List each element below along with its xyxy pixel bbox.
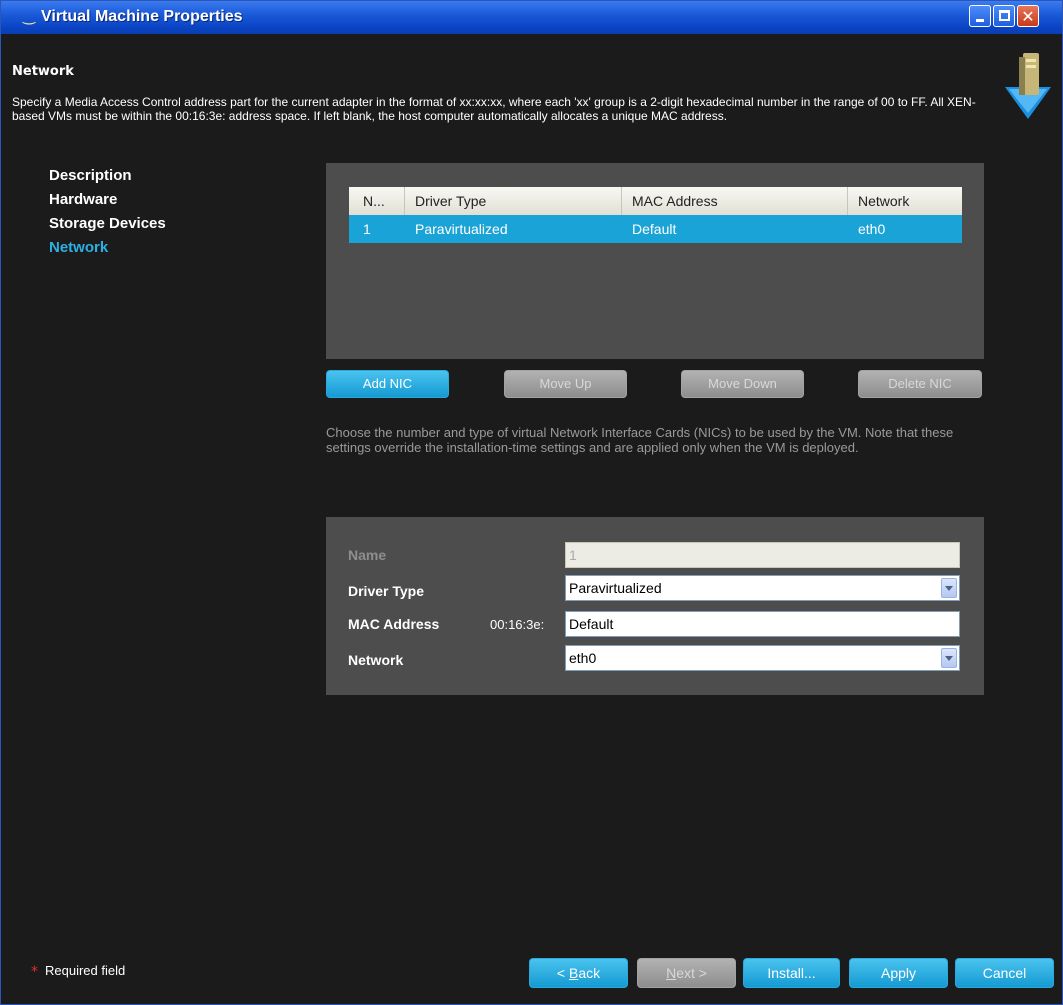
cell-number: 1 (363, 221, 371, 237)
column-header-network[interactable]: Network (848, 187, 962, 215)
minimize-button[interactable] (969, 5, 991, 27)
server-wizard-icon (1005, 53, 1051, 119)
nav-item-description[interactable]: Description (49, 167, 166, 191)
nav-item-storage-devices[interactable]: Storage Devices (49, 215, 166, 239)
next-button-rest: ext > (676, 965, 707, 981)
add-nic-button[interactable]: Add NIC (326, 370, 449, 398)
required-marker: * (31, 964, 38, 980)
nic-help-text: Choose the number and type of virtual Ne… (326, 425, 954, 455)
network-value: eth0 (569, 650, 597, 666)
name-field: 1 (565, 542, 960, 568)
move-down-button[interactable]: Move Down (681, 370, 804, 398)
minimize-icon (976, 19, 984, 22)
network-label: Network (348, 652, 404, 668)
cell-driver-type: Paravirtualized (415, 221, 508, 237)
apply-button[interactable]: Apply (849, 958, 948, 988)
driver-type-select[interactable]: Paravirtualized (565, 575, 960, 601)
move-up-button[interactable]: Move Up (504, 370, 627, 398)
chevron-down-icon[interactable] (941, 648, 957, 668)
cell-network: eth0 (858, 221, 886, 237)
nav-item-network[interactable]: Network (49, 239, 166, 263)
close-button[interactable]: ✕ (1017, 5, 1039, 27)
delete-nic-button[interactable]: Delete NIC (858, 370, 982, 398)
title-bar[interactable]: ‿ Virtual Machine Properties ✕ (1, 1, 1062, 34)
nic-form-panel: Name 1 Driver Type Paravirtualized MAC A… (326, 517, 984, 695)
chevron-down-icon[interactable] (941, 578, 957, 598)
name-label: Name (348, 547, 387, 563)
nic-table-panel: N... Driver Type MAC Address Network 1 P… (326, 163, 984, 359)
cancel-button[interactable]: Cancel (955, 958, 1054, 988)
mac-address-input[interactable]: Default (565, 611, 960, 637)
driver-type-label: Driver Type (348, 583, 424, 599)
sidebar-nav: Description Hardware Storage Devices Net… (49, 167, 166, 263)
back-button-prefix: < (556, 965, 569, 981)
install-button[interactable]: Install... (743, 958, 840, 988)
nic-table: N... Driver Type MAC Address Network 1 P… (349, 187, 962, 243)
maximize-icon (999, 10, 1010, 21)
table-header: N... Driver Type MAC Address Network (349, 187, 962, 215)
column-header-number[interactable]: N... (349, 187, 405, 215)
next-button[interactable]: Next > (637, 958, 736, 988)
column-header-driver-type[interactable]: Driver Type (405, 187, 622, 215)
nav-item-hardware[interactable]: Hardware (49, 191, 166, 215)
close-icon: ✕ (1021, 7, 1035, 26)
back-button-mnemonic: B (568, 965, 579, 981)
window-title: Virtual Machine Properties (41, 8, 243, 25)
mac-address-label: MAC Address (348, 616, 440, 632)
back-button[interactable]: < Back (529, 958, 628, 988)
required-field-note: Required field (45, 963, 126, 978)
mac-prefix: 00:16:3e: (490, 617, 545, 632)
app-icon: ‿ (23, 7, 36, 25)
driver-type-value: Paravirtualized (569, 580, 662, 596)
network-select[interactable]: eth0 (565, 645, 960, 671)
page-description: Specify a Media Access Control address p… (12, 95, 976, 123)
page-title: Network (12, 64, 74, 79)
column-header-mac-address[interactable]: MAC Address (622, 187, 848, 215)
next-button-mnemonic: N (666, 965, 677, 981)
maximize-button[interactable] (993, 5, 1015, 27)
cell-mac-address: Default (632, 221, 677, 237)
back-button-rest: ack (578, 965, 601, 981)
table-row[interactable]: 1 Paravirtualized Default eth0 (349, 215, 962, 243)
vm-properties-window: ‿ Virtual Machine Properties ✕ Network S… (0, 0, 1063, 1005)
